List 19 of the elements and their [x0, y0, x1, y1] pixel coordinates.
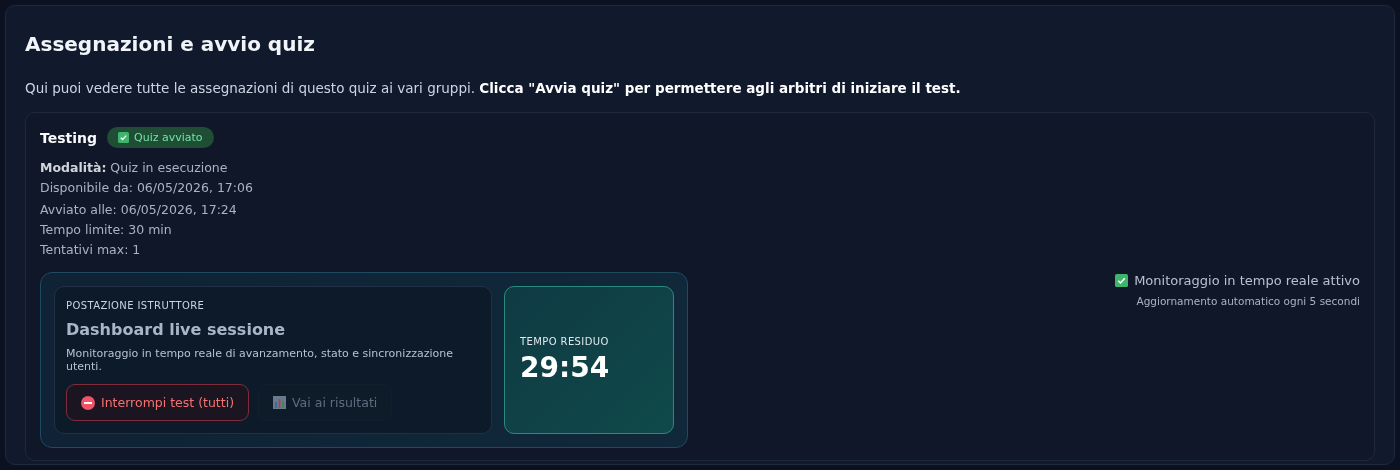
- timer-label: TEMPO RESIDUO: [520, 336, 610, 347]
- detail-text: Tempo limite: 30 min: [40, 221, 173, 239]
- stop-icon: [81, 395, 95, 410]
- detail-text: Tentativi max: 1: [40, 241, 142, 259]
- bar-chart-icon: [273, 396, 287, 409]
- detail-text: Modalità: Quiz in esecuzione: [40, 159, 229, 177]
- dashboard-heading: Dashboard live sessione: [66, 320, 287, 339]
- stop-test-button[interactable]: Interrompi test (tutti): [66, 384, 250, 421]
- group-name: Testing: [40, 129, 97, 146]
- eyebrow-label: POSTAZIONE ISTRUTTORE: [66, 300, 206, 311]
- monitor-note: Aggiornamento automatico ogni 5 secondi: [1136, 295, 1360, 307]
- intro-text: Qui puoi vedere tutte le assegnazioni di questo quiz ai vari gruppi. Clicca "Avvia quiz" per permettere agli arbitri di iniziare il test.: [25, 80, 962, 96]
- timer-value: 29:54: [520, 351, 611, 384]
- dashboard-description: Monitoraggio in tempo reale di avanzamento, stato e sincronizzazione utenti.: [66, 347, 454, 373]
- detail-text: Disponibile da: 06/05/2026, 17:06: [40, 179, 254, 197]
- section-title: Assegnazioni e avvio quiz: [25, 32, 316, 56]
- badge-label: Quiz avviato: [134, 131, 203, 144]
- monitor-label: Monitoraggio in tempo reale attivo: [1134, 273, 1360, 288]
- detail-text: Avviato alle: 06/05/2026, 17:24: [40, 201, 238, 219]
